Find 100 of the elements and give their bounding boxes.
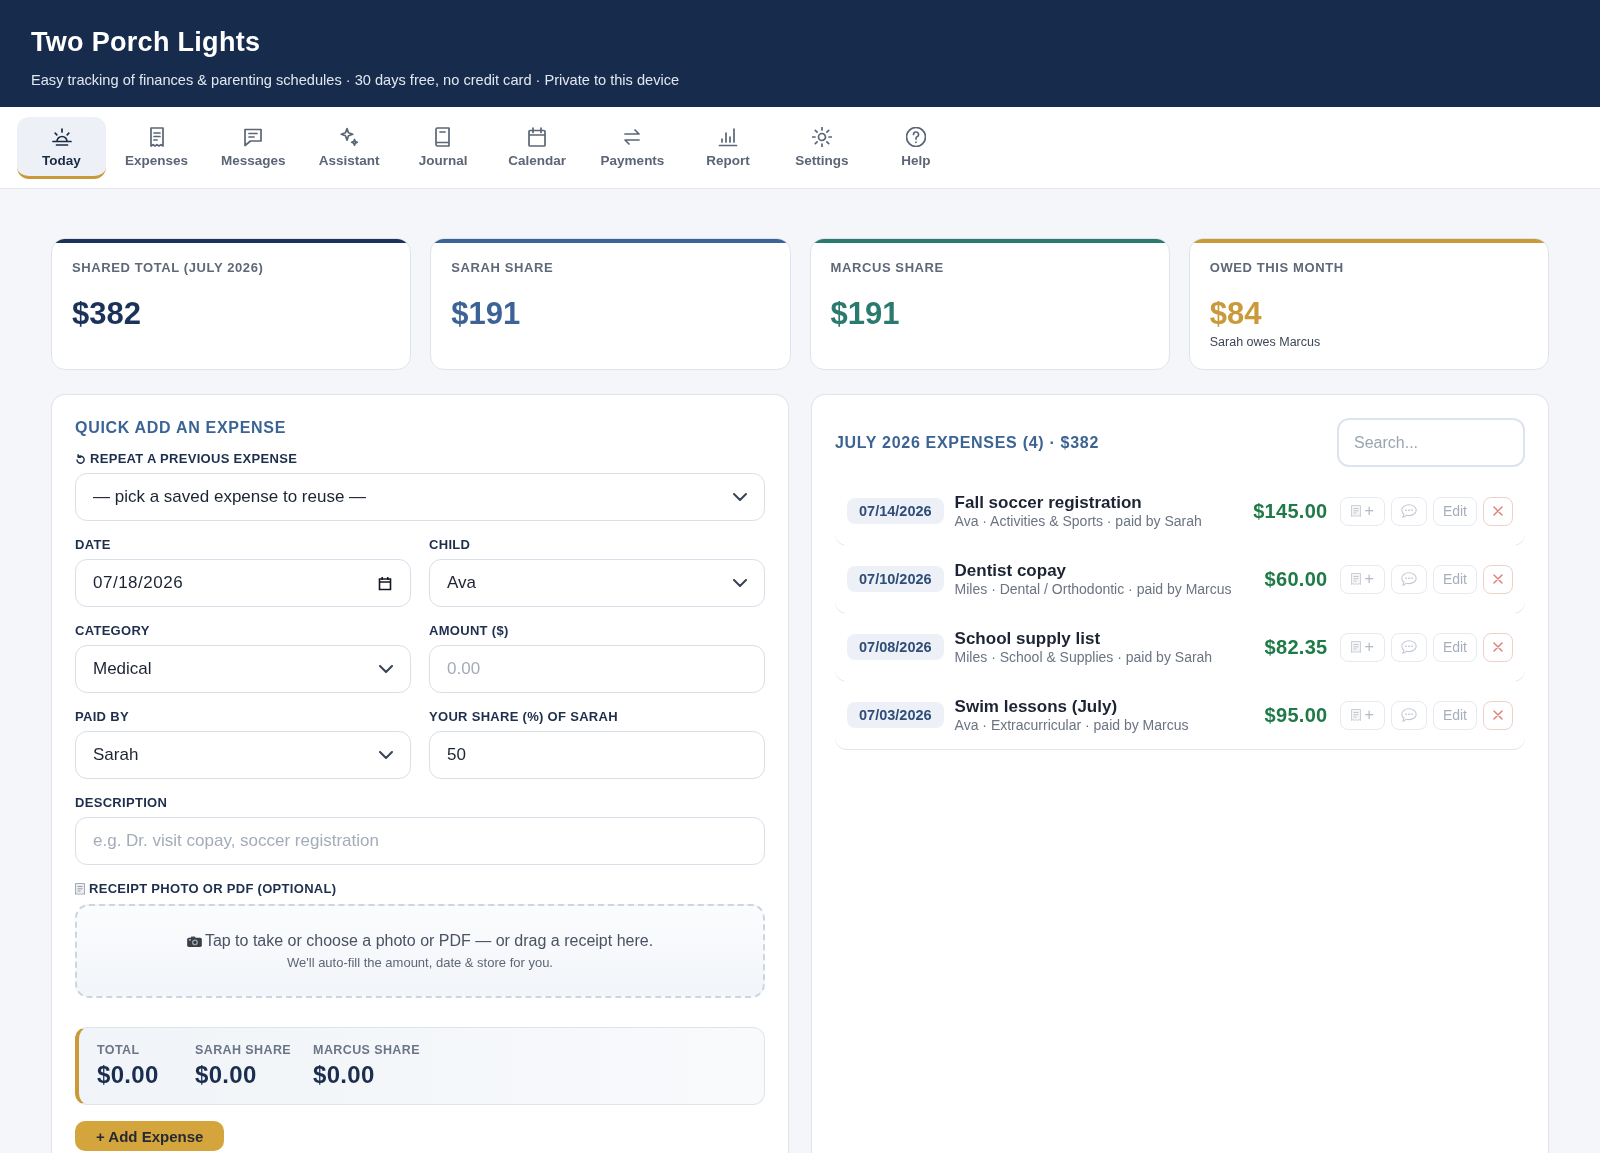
upload-prompt: Tap to take or choose a photo or PDF — or drag a receipt here. (204, 931, 654, 951)
field-label: PAID BY (75, 709, 130, 725)
field-label: DATE (75, 537, 112, 553)
select-field[interactable]: — pick a saved expense to reuse — (75, 473, 765, 521)
calendar-icon[interactable] (378, 576, 392, 591)
repeat-icon (75, 453, 86, 465)
nav-tab[interactable]: Settings (777, 117, 867, 179)
chevron-down-icon (733, 493, 747, 501)
panel-title: JULY 2026 EXPENSES (4) · $382 (835, 432, 1099, 453)
upload-dropzone[interactable]: Tap to take or choose a photo or PDF — or drag a receipt here. We'll auto-fill the amount, date & store for you. (75, 904, 765, 998)
field-label: CATEGORY (75, 623, 151, 639)
speech-bubble-icon (1400, 708, 1417, 722)
close-icon (1493, 642, 1503, 652)
expense-title: Fall soccer registration (954, 492, 1143, 513)
input-field[interactable]: e.g. Dr. visit copay, soccer registration (75, 817, 765, 865)
field-label: REPEAT A PREVIOUS EXPENSE (90, 451, 298, 467)
date-badge: 07/08/2026 (847, 634, 944, 660)
nav-tab[interactable]: Messages (207, 117, 300, 179)
add-expense-button[interactable]: + Add Expense (75, 1121, 225, 1151)
receipt-icon (1350, 709, 1361, 721)
select-field[interactable]: Medical (75, 645, 411, 693)
stat-label: OWED THIS MONTH (1209, 260, 1345, 276)
close-icon (1493, 710, 1503, 720)
expense-amount: $60.00 (1264, 567, 1328, 591)
expense-details: Miles · School & Supplies · paid by Sarah (954, 648, 1214, 666)
help-icon (905, 127, 926, 147)
input-field[interactable]: 0.00 (429, 645, 765, 693)
receipt-icon (75, 883, 85, 895)
nav-tab[interactable]: Expenses (111, 117, 203, 179)
field-label: DESCRIPTION (75, 795, 169, 811)
input-field[interactable]: 50 (429, 731, 765, 779)
expense-details: Ava · Extracurricular · paid by Marcus (954, 716, 1190, 734)
upload-hint: We'll auto-fill the amount, date & store for you. (287, 955, 553, 971)
field-label: YOUR SHARE (%) OF SARAH (429, 709, 619, 725)
delete-button[interactable] (1483, 700, 1513, 730)
summary-label: MARCUS SHARE (313, 1043, 420, 1058)
date-field[interactable]: 07/18/2026 (75, 559, 411, 607)
bar-chart-icon (717, 127, 738, 147)
camera-icon (186, 935, 202, 947)
nav-tab[interactable]: Assistant (304, 117, 394, 179)
expense-title: Swim lessons (July) (954, 696, 1119, 717)
comment-button[interactable] (1390, 700, 1427, 730)
summary-label: SARAH SHARE (195, 1043, 292, 1058)
calendar-icon (527, 127, 548, 147)
delete-button[interactable] (1483, 496, 1513, 526)
field-label: RECEIPT PHOTO OR PDF (OPTIONAL) (89, 881, 337, 897)
summary-label: TOTAL (97, 1043, 141, 1058)
sparkles-icon (339, 127, 360, 147)
sunrise-icon (51, 127, 72, 147)
field-label: AMOUNT ($) (429, 623, 510, 639)
chevron-down-icon (379, 665, 393, 673)
chat-bubble-icon (243, 127, 264, 147)
select-field[interactable]: Sarah (75, 731, 411, 779)
close-icon (1493, 574, 1503, 584)
delete-button[interactable] (1483, 564, 1513, 594)
stat-value: $191 (451, 296, 522, 332)
chevron-down-icon (379, 751, 393, 759)
panel-title: QUICK ADD AN EXPENSE (75, 418, 288, 438)
nav-tab[interactable]: Calendar (492, 117, 582, 179)
comment-button[interactable] (1390, 564, 1427, 594)
expense-details: Miles · Dental / Orthodontic · paid by Marcus (954, 580, 1233, 598)
stat-label: SARAH SHARE (451, 260, 555, 276)
stat-value: $382 (72, 296, 142, 332)
receipt-icon (1350, 505, 1361, 517)
nav-tab[interactable]: Payments (586, 117, 679, 179)
stat-value: $191 (830, 296, 901, 332)
nav-tab[interactable]: Journal (398, 117, 488, 179)
expense-amount: $95.00 (1264, 703, 1328, 727)
nav-tab[interactable]: Report (683, 117, 773, 179)
sun-icon (811, 127, 832, 147)
summary-value: $0.00 (195, 1061, 258, 1089)
speech-bubble-icon (1400, 572, 1417, 586)
field-label: CHILD (429, 537, 472, 553)
app-title: Two Porch Lights (31, 26, 262, 58)
receipt-icon (1350, 573, 1361, 585)
summary-value: $0.00 (97, 1061, 160, 1089)
summary-value: $0.00 (313, 1061, 376, 1089)
expense-amount: $82.35 (1264, 635, 1328, 659)
comment-button[interactable] (1390, 632, 1427, 662)
stat-label: MARCUS SHARE (830, 260, 945, 276)
stat-label: SHARED TOTAL (JULY 2026) (72, 260, 265, 276)
date-badge: 07/03/2026 (847, 702, 944, 728)
app-tagline: Easy tracking of finances & parenting schedules · 30 days free, no credit card · Private to this device (31, 71, 681, 89)
receipt-icon (1350, 641, 1361, 653)
expense-title: Dentist copay (954, 560, 1068, 581)
nav-tab[interactable]: Help (871, 117, 961, 179)
date-badge: 07/14/2026 (847, 498, 944, 524)
chevron-down-icon (733, 579, 747, 587)
expense-title: School supply list (954, 628, 1102, 649)
comment-button[interactable] (1390, 496, 1427, 526)
search-field[interactable]: Search... (1337, 418, 1525, 467)
stat-note: Sarah owes Marcus (1209, 334, 1322, 350)
expense-amount: $145.00 (1253, 499, 1328, 523)
delete-button[interactable] (1483, 632, 1513, 662)
stat-value: $84 (1209, 296, 1263, 332)
select-field[interactable]: Ava (429, 559, 765, 607)
nav-tab[interactable]: Today (17, 117, 106, 179)
date-badge: 07/10/2026 (847, 566, 944, 592)
speech-bubble-icon (1400, 504, 1417, 518)
expense-details: Ava · Activities & Sports · paid by Sarah (954, 512, 1203, 530)
